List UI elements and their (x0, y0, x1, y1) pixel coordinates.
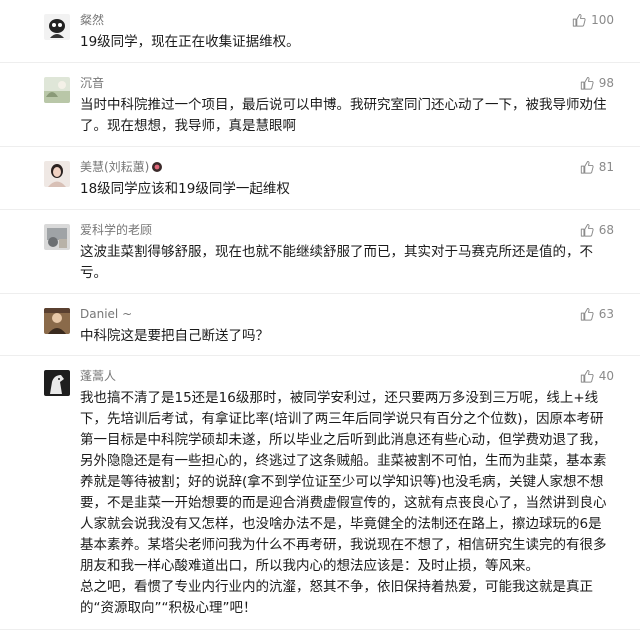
thumbs-up-icon (572, 14, 586, 27)
comment-paragraph: 当时中科院推过一个项目，最后说可以申博。我研究室同门还心动了一下，被我导师劝住了… (80, 97, 607, 134)
username[interactable]: Daniel ~ (80, 306, 616, 322)
like-button[interactable]: 40 (580, 369, 614, 383)
comment-item: 美慧(刘耘蕙) 18级同学应该和19级同学一起维权 81 (0, 147, 640, 210)
comment-item: 粲然 19级同学，现在正在收集证据维权。 100 (0, 0, 640, 63)
like-button[interactable]: 100 (572, 13, 614, 27)
person-photo-avatar-icon (44, 308, 70, 334)
like-button[interactable]: 68 (580, 223, 614, 237)
portrait-avatar-icon (44, 161, 70, 187)
like-count: 100 (591, 13, 614, 27)
username[interactable]: 粲然 (80, 12, 616, 28)
avatar[interactable] (44, 161, 70, 187)
like-count: 40 (598, 369, 614, 383)
thumbs-up-icon (580, 161, 594, 174)
comment-item: Daniel ~ 中科院这是要把自己断送了吗？ 63 (0, 294, 640, 356)
username-text: 美慧(刘耘蕙) (80, 160, 150, 174)
like-count: 81 (598, 160, 614, 174)
avatar[interactable] (44, 224, 70, 250)
comment-list: 粲然 19级同学，现在正在收集证据维权。 100 沉音 当时中科院推过一个项目，… (0, 0, 640, 630)
thumbs-up-icon (580, 77, 594, 90)
thumbs-up-icon (580, 308, 594, 321)
like-count: 98 (598, 76, 614, 90)
photo-avatar-icon (44, 224, 70, 250)
username[interactable]: 美慧(刘耘蕙) (80, 159, 616, 175)
like-button[interactable]: 98 (580, 76, 614, 90)
person-avatar-icon (44, 14, 70, 40)
comment-text: 这波韭菜割得够舒服，现在也就不能继续舒服了而已，其实对于马赛克所还是值的，不亏。 (80, 242, 616, 284)
like-button[interactable]: 63 (580, 307, 614, 321)
comment-text: 中科院这是要把自己断送了吗？ (80, 326, 616, 347)
avatar[interactable] (44, 77, 70, 103)
comment-paragraph: 这波韭菜割得够舒服，现在也就不能继续舒服了而已，其实对于马赛克所还是值的，不亏。 (80, 244, 593, 281)
username[interactable]: 蓬蒿人 (80, 368, 616, 384)
comment-item: 沉音 当时中科院推过一个项目，最后说可以申博。我研究室同门还心动了一下，被我导师… (0, 63, 640, 147)
comment-paragraph: 18级同学应该和19级同学一起维权 (80, 181, 290, 197)
like-count: 68 (598, 223, 614, 237)
thumbs-up-icon (580, 370, 594, 383)
comment-paragraph: 总之吧，看惯了专业内行业内的沆瀣，怒其不争，依旧保持着热爱，可能我这就是真正的“… (80, 579, 593, 616)
comment-item: 蓬蒿人 我也搞不清了是15还是16级那时，被同学安利过，还只要两万多没到三万呢，… (0, 356, 640, 630)
horse-avatar-icon (44, 370, 70, 396)
username[interactable]: 爱科学的老顾 (80, 222, 616, 238)
comment-text: 19级同学，现在正在收集证据维权。 (80, 32, 616, 53)
username[interactable]: 沉音 (80, 75, 616, 91)
comment-text: 我也搞不清了是15还是16级那时，被同学安利过，还只要两万多没到三万呢，线上+线… (80, 388, 616, 619)
thumbs-up-icon (580, 224, 594, 237)
comment-text: 18级同学应该和19级同学一起维权 (80, 179, 616, 200)
comment-paragraph: 中科院这是要把自己断送了吗？ (80, 328, 269, 344)
landscape-avatar-icon (44, 77, 70, 103)
comment-paragraph: 我也搞不清了是15还是16级那时，被同学安利过，还只要两万多没到三万呢，线上+线… (80, 390, 607, 574)
comment-item: 爱科学的老顾 这波韭菜割得够舒服，现在也就不能继续舒服了而已，其实对于马赛克所还… (0, 210, 640, 294)
user-badge-icon (152, 162, 163, 172)
avatar[interactable] (44, 14, 70, 40)
comment-text: 当时中科院推过一个项目，最后说可以申博。我研究室同门还心动了一下，被我导师劝住了… (80, 95, 616, 137)
avatar[interactable] (44, 370, 70, 396)
like-count: 63 (598, 307, 614, 321)
avatar[interactable] (44, 308, 70, 334)
comment-paragraph: 19级同学，现在正在收集证据维权。 (80, 34, 300, 50)
like-button[interactable]: 81 (580, 160, 614, 174)
